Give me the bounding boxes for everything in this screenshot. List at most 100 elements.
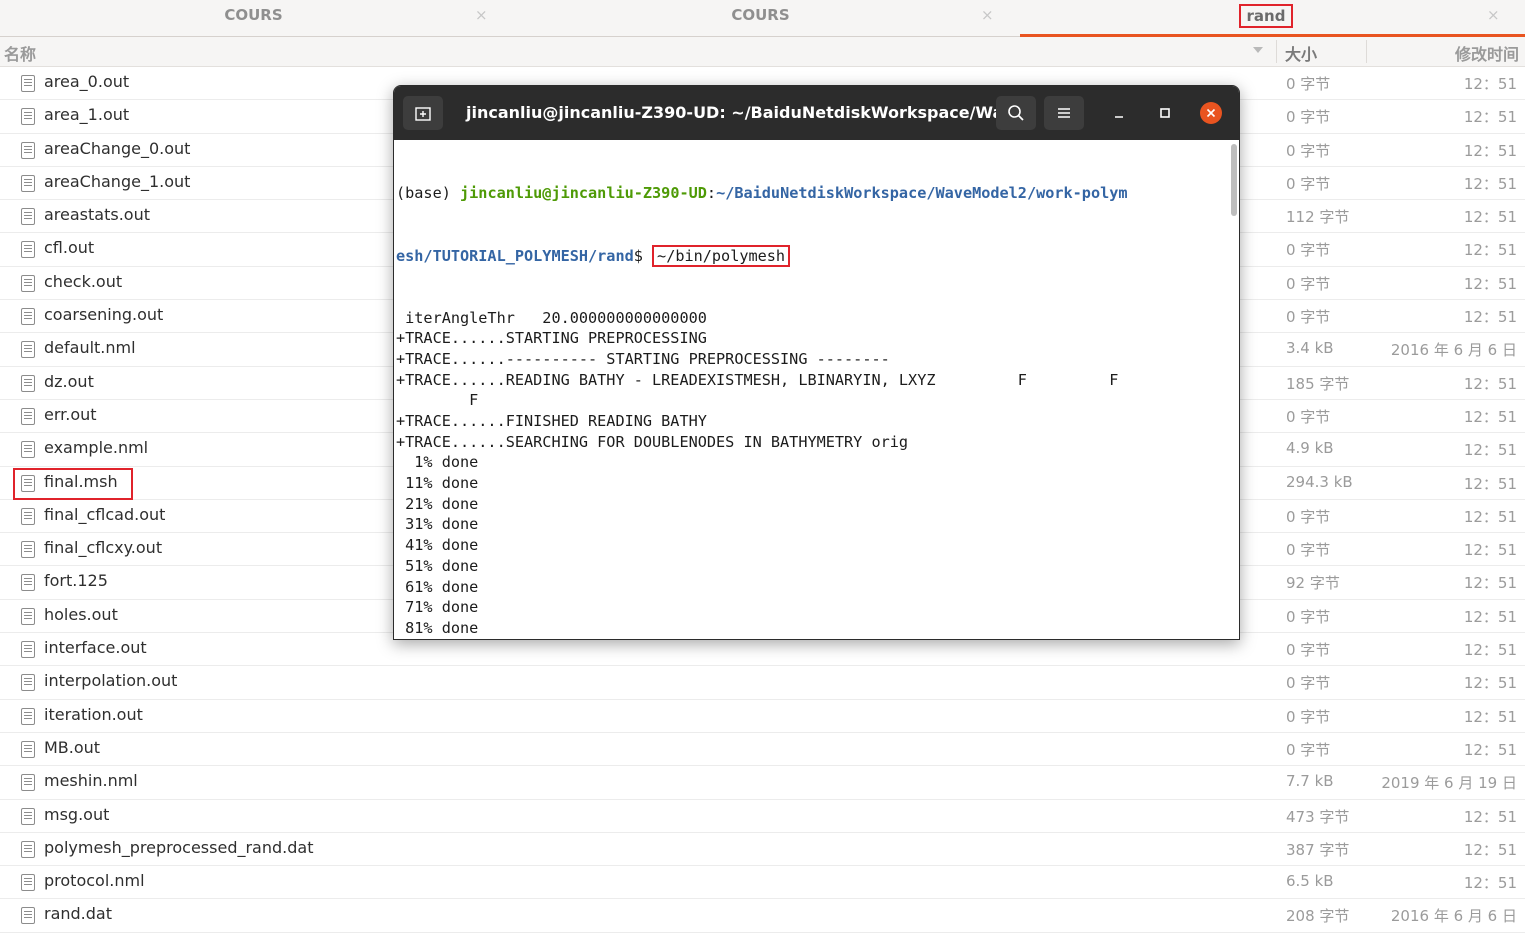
text-file-icon [21,574,35,592]
file-name: meshin.nml [44,771,138,791]
file-modified: 12：51 [1463,674,1517,693]
file-row[interactable]: MB.out 0 字节 12：51 [0,733,1525,767]
close-icon[interactable]: × [475,6,488,24]
file-name: coarsening.out [44,305,164,325]
file-name: areaChange_1.out [44,171,191,191]
file-name: fort.125 [44,571,108,591]
maximize-icon [1160,108,1170,118]
file-modified: 12：51 [1463,141,1517,160]
tab-cours-2[interactable]: COURS × [507,0,1014,36]
text-file-icon [21,174,35,192]
file-name: interface.out [44,638,147,658]
maximize-button[interactable] [1154,102,1176,124]
text-file-icon [21,208,35,226]
file-modified: 12：51 [1463,641,1517,660]
search-icon [1008,105,1024,121]
sort-descending-icon[interactable] [1253,47,1263,53]
command-text: ~/bin/polymesh [652,244,791,267]
terminal-output-line: 21% done [396,494,479,513]
file-name: final.msh [44,471,118,491]
tab-label: rand [1238,4,1294,28]
new-tab-button[interactable] [403,96,443,130]
file-modified: 2016 年 6 月 6 日 [1390,907,1517,926]
close-icon[interactable]: × [1487,6,1500,24]
text-file-icon [21,241,35,259]
file-modified: 12：51 [1463,108,1517,127]
file-modified: 12：51 [1463,474,1517,493]
terminal-scrollbar[interactable] [1231,144,1237,216]
text-file-icon [21,374,35,392]
file-modified: 12：51 [1463,208,1517,227]
file-size: 0 字节 [1286,674,1331,693]
file-name: rand.dat [44,904,112,924]
file-name: protocol.nml [44,871,145,891]
file-row[interactable]: iteration.out 0 字节 12：51 [0,700,1525,733]
column-header: 名称 大小 修改时间 [0,37,1525,67]
close-icon [1206,108,1216,118]
file-modified: 12：51 [1463,574,1517,593]
file-modified: 12：51 [1463,407,1517,426]
text-file-icon [21,75,35,92]
file-row[interactable]: rand.dat 208 字节 2016 年 6 月 6 日 [0,899,1525,933]
text-file-icon [21,707,35,725]
text-file-icon [21,840,35,858]
column-name-header[interactable]: 名称 [4,41,36,65]
file-size: 0 字节 [1286,108,1331,127]
file-size: 0 字节 [1286,308,1331,327]
file-row[interactable]: meshin.nml 7.7 kB 2019 年 6 月 19 日 [0,766,1525,800]
hamburger-menu-icon [1058,108,1070,118]
file-modified: 2019 年 6 月 19 日 [1381,774,1517,793]
tab-cours-1[interactable]: COURS × [0,0,507,36]
text-file-icon [21,141,35,159]
file-modified: 12：51 [1463,840,1517,859]
file-size: 92 字节 [1286,574,1340,593]
column-modified-header[interactable]: 修改时间 [1455,41,1519,65]
file-name: cfl.out [44,238,95,258]
file-row[interactable]: protocol.nml 6.5 kB 12：51 [0,866,1525,900]
tab-label: COURS [224,6,283,24]
file-size: 3.4 kB [1286,339,1334,358]
file-size: 0 字节 [1286,740,1331,759]
prompt-env: (base) [396,184,461,203]
menu-button[interactable] [1044,96,1084,130]
file-modified: 12：51 [1463,707,1517,726]
terminal-titlebar[interactable]: jincanliu@jincanliu-Z390-UD: ~/BaiduNetd… [394,86,1239,140]
text-file-icon [21,740,35,758]
tab-rand[interactable]: rand × [1020,0,1525,37]
file-size: 6.5 kB [1286,872,1334,891]
terminal-window[interactable]: jincanliu@jincanliu-Z390-UD: ~/BaiduNetd… [393,85,1240,640]
column-divider[interactable] [1276,40,1277,63]
prompt-path-continued: esh/TUTORIAL_POLYMESH/rand [396,246,634,265]
minimize-button[interactable] [1108,102,1130,124]
file-name: area_1.out [44,105,130,125]
tab-bar: COURS × COURS × rand × [0,0,1525,37]
file-name: default.nml [44,338,136,358]
prompt-path: ~/BaiduNetdiskWorkspace/WaveModel2/work-… [716,184,1128,203]
file-size: 0 字节 [1286,541,1331,560]
close-icon[interactable]: × [981,6,994,24]
file-row[interactable]: interpolation.out 0 字节 12：51 [0,666,1525,700]
file-size: 473 字节 [1286,807,1350,826]
column-divider[interactable] [1366,40,1367,63]
file-modified: 12：51 [1463,807,1517,826]
search-button[interactable] [996,96,1036,130]
file-size: 0 字节 [1286,607,1331,626]
file-row[interactable]: msg.out 473 字节 12：51 [0,800,1525,833]
file-modified: 12：51 [1463,308,1517,327]
file-row[interactable]: polymesh_preprocessed_rand.dat 387 字节 12：5… [0,833,1525,867]
file-name: check.out [44,271,123,291]
terminal-output[interactable]: (base) jincanliu@jincanliu-Z390-UD:~/Bai… [396,142,1226,639]
file-modified: 12：51 [1463,441,1517,460]
terminal-output-line: 31% done [396,515,479,534]
file-size: 294.3 kB [1286,472,1353,491]
text-file-icon [21,108,35,126]
minimize-icon [1115,116,1123,118]
file-size: 0 字节 [1286,641,1331,660]
file-modified: 12：51 [1463,541,1517,560]
file-size: 7.7 kB [1286,772,1334,791]
output-block: iterAngleThr 20.000000000000000 +TRACE...… [396,308,1226,639]
text-file-icon [21,774,35,792]
terminal-output-line: 51% done [396,556,479,575]
column-size-header[interactable]: 大小 [1285,41,1317,65]
close-button[interactable] [1200,102,1222,124]
